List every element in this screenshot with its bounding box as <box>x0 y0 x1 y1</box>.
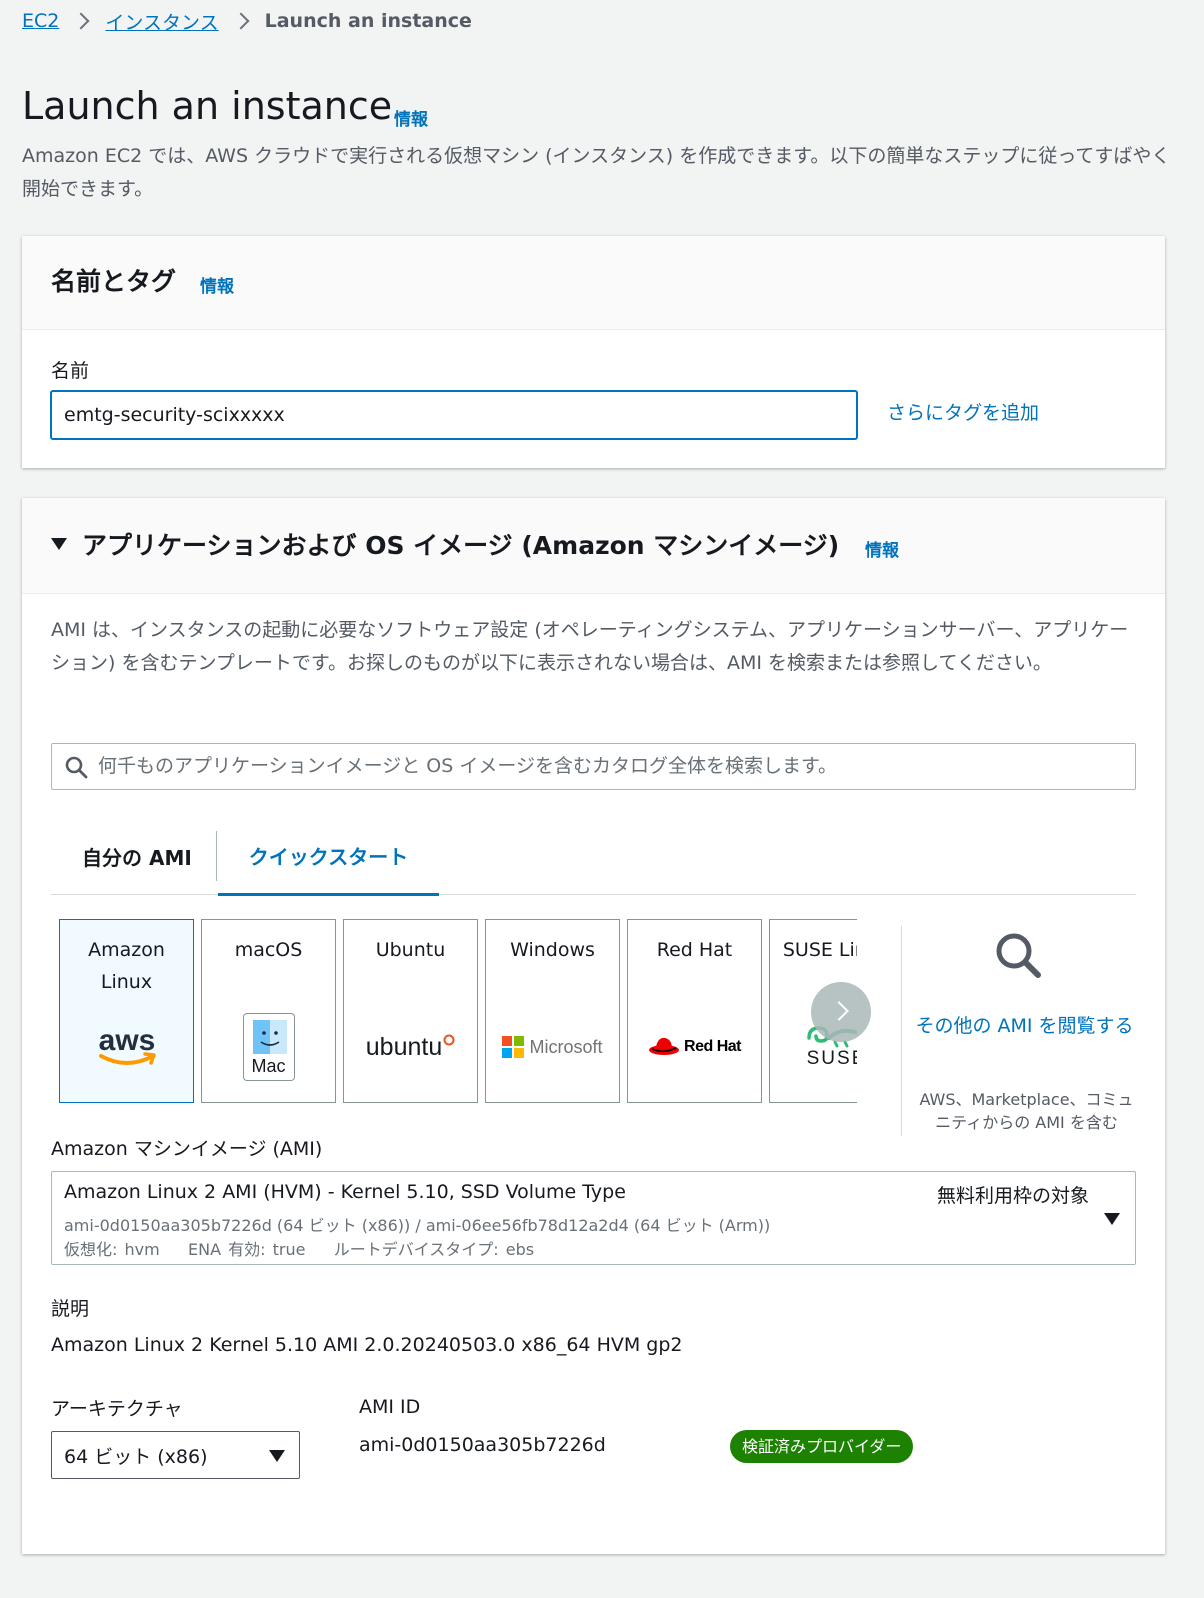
ami-select[interactable]: Amazon Linux 2 AMI (HVM) - Kernel 5.10, … <box>51 1171 1136 1265</box>
breadcrumb-instances-link[interactable]: インスタンス <box>105 8 218 35</box>
os-card-label: Ubuntu <box>375 939 446 961</box>
mac-logo-icon: Mac <box>202 1012 335 1082</box>
os-card-strip: Amazon Linux aws macOS Mac Ubuntu ubuntu… <box>59 919 857 1105</box>
add-tags-link[interactable]: さらにタグを追加 <box>887 398 1039 425</box>
aws-logo-icon: aws <box>60 1012 193 1082</box>
breadcrumb-current: Launch an instance <box>264 10 472 32</box>
name-tags-panel: 名前とタグ 情報 名前 さらにタグを追加 <box>22 236 1165 468</box>
caret-down-icon[interactable] <box>51 538 67 550</box>
name-input[interactable] <box>50 390 858 440</box>
tab-quick-start[interactable]: クイックスタート <box>218 818 439 896</box>
svg-text:aws: aws <box>98 1024 155 1057</box>
tab-divider <box>216 831 217 881</box>
description-label: 説明 <box>51 1298 90 1320</box>
os-card-label: macOS <box>234 939 303 961</box>
ami-panel-info-link[interactable]: 情報 <box>865 536 899 561</box>
ami-panel: アプリケーションおよび OS イメージ (Amazon マシンイメージ) 情報 … <box>22 498 1165 1554</box>
description-value: Amazon Linux 2 Kernel 5.10 AMI 2.0.20240… <box>51 1334 683 1356</box>
architecture-value: 64 ビット (x86) <box>64 1446 208 1468</box>
page-title: Launch an instance <box>22 84 393 128</box>
search-icon <box>65 756 88 779</box>
name-tags-info-link[interactable]: 情報 <box>200 272 234 297</box>
name-tags-title: 名前とタグ <box>51 267 177 296</box>
breadcrumb: EC2 インスタンス Launch an instance <box>22 6 472 36</box>
os-card-label: Windows <box>510 939 595 961</box>
page-description: Amazon EC2 では、AWS クラウドで実行される仮想マシン (インスタン… <box>22 145 1171 200</box>
architecture-label: アーキテクチャ <box>51 1398 183 1420</box>
microsoft-logo-text: Microsoft <box>529 1036 603 1057</box>
chevron-right-icon <box>231 10 253 32</box>
os-card-label: Red Hat <box>656 939 733 961</box>
ami-panel-description: AMI は、インスタンスの起動に必要なソフトウェア設定 (オペレーティングシステ… <box>51 619 1129 674</box>
architecture-select[interactable]: 64 ビット (x86) <box>51 1431 300 1479</box>
ami-selected-ids: ami-0d0150aa305b7226d (64 ビット (x86)) / a… <box>64 1216 771 1235</box>
ami-id-label: AMI ID <box>359 1396 421 1418</box>
mac-logo-text: Mac <box>251 1056 286 1076</box>
caret-down-icon <box>269 1450 285 1462</box>
ubuntu-logo-text: ubuntu <box>365 1032 443 1061</box>
ami-tabs: 自分の AMI クイックスタート <box>51 818 1136 896</box>
browse-more-amis-description: AWS、Marketplace、コミュニティからの AMI を含む <box>919 1090 1134 1132</box>
redhat-logo-text: Red Hat <box>684 1038 741 1055</box>
os-card-macos[interactable]: macOS Mac <box>201 919 336 1103</box>
suse-logo-text: SUSE <box>806 1048 857 1069</box>
microsoft-logo-icon: Microsoft <box>486 1012 619 1082</box>
browse-more-amis-link[interactable]: その他の AMI を閲覧する <box>912 1010 1137 1043</box>
browse-more-amis: その他の AMI を閲覧する AWS、Marketplace、コミュニティからの… <box>901 926 1137 1136</box>
search-large-icon <box>996 933 1041 978</box>
ami-selected-name: Amazon Linux 2 AMI (HVM) - Kernel 5.10, … <box>64 1181 626 1203</box>
ubuntu-logo-icon: ubuntu <box>344 1012 477 1082</box>
ami-search-box[interactable] <box>51 743 1136 790</box>
redhat-logo-icon: Red Hat <box>628 1012 761 1082</box>
os-card-windows[interactable]: Windows Microsoft <box>485 919 620 1103</box>
name-label: 名前 <box>51 360 90 382</box>
ami-id-value: ami-0d0150aa305b7226d <box>359 1434 606 1456</box>
ami-select-label: Amazon マシンイメージ (AMI) <box>51 1138 323 1160</box>
os-card-ubuntu[interactable]: Ubuntu ubuntu <box>343 919 478 1103</box>
breadcrumb-ec2-link[interactable]: EC2 <box>22 10 59 32</box>
ami-panel-header[interactable]: アプリケーションおよび OS イメージ (Amazon マシンイメージ) 情報 <box>22 498 1165 594</box>
os-card-label: Amazon Linux <box>88 939 165 993</box>
os-card-amazon-linux[interactable]: Amazon Linux aws <box>59 919 194 1103</box>
tab-my-ami[interactable]: 自分の AMI <box>82 818 192 895</box>
name-tags-header: 名前とタグ 情報 <box>22 236 1165 330</box>
carousel-next-icon[interactable] <box>811 982 871 1042</box>
os-card-label: SUSE Linux <box>782 939 857 961</box>
caret-down-icon <box>1104 1213 1120 1225</box>
ami-selected-meta: 仮想化: hvm ENA 有効: true ルートデバイスタイプ: ebs <box>64 1240 535 1259</box>
page-info-link[interactable]: 情報 <box>394 105 428 130</box>
verified-provider-badge: 検証済みプロバイダー <box>730 1430 914 1463</box>
ami-panel-title: アプリケーションおよび OS イメージ (Amazon マシンイメージ) <box>82 531 840 560</box>
ami-search-input[interactable] <box>96 744 1126 788</box>
free-tier-label: 無料利用枠の対象 <box>936 1185 1089 1207</box>
os-card-redhat[interactable]: Red Hat Red Hat <box>627 919 762 1103</box>
chevron-right-icon <box>71 10 93 32</box>
